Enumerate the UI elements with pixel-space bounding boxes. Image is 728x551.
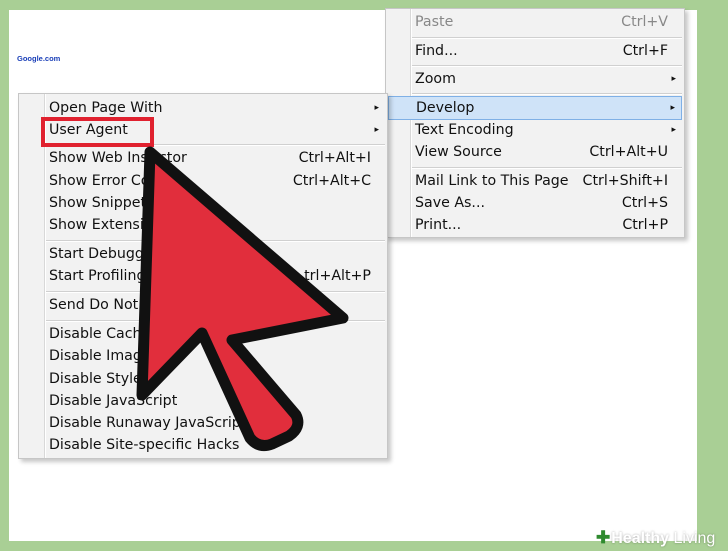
red-arrow-pointer-icon: [136, 146, 349, 451]
plus-leaf-icon: ✚: [596, 528, 611, 547]
healthy-living-logo: ✚Healthy Living: [596, 528, 716, 547]
